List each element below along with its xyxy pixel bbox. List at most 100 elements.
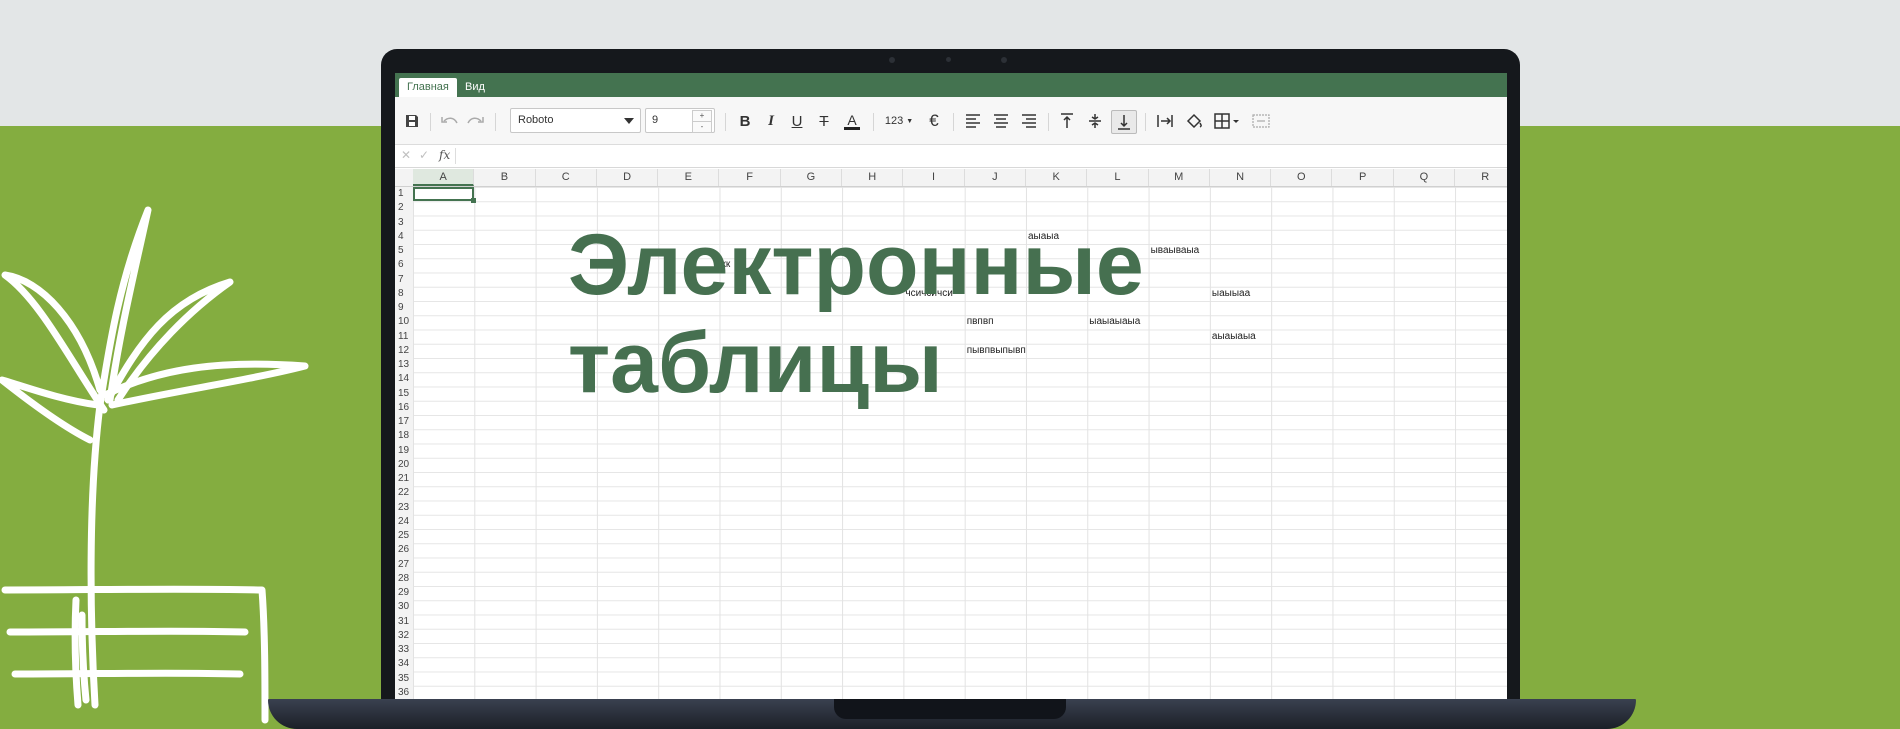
column-header-k[interactable]: K <box>1026 169 1088 186</box>
function-icon[interactable]: fx <box>439 148 450 162</box>
row-header-36[interactable]: 36 <box>395 686 413 699</box>
column-header-q[interactable]: Q <box>1394 169 1456 186</box>
row-headers: 1 2 3 4 5 6 7 8 9 10 11 12 13 14 15 16 17 18 19 20 21 22 23 24 2… <box>395 187 414 699</box>
formula-confirm-icon[interactable]: ✓ <box>419 148 429 162</box>
column-header-p[interactable]: P <box>1333 169 1394 186</box>
formula-divider <box>455 148 456 164</box>
cell-n11[interactable]: аыаыаыа <box>1212 331 1256 342</box>
column-header-d[interactable]: D <box>597 169 659 186</box>
cell-n8[interactable]: ыаыыаа <box>1212 288 1250 299</box>
column-header-e[interactable]: E <box>658 169 720 186</box>
row-header-28[interactable]: 28 <box>395 572 413 586</box>
row-header-22[interactable]: 22 <box>395 486 413 500</box>
row-header-26[interactable]: 26 <box>395 543 413 557</box>
row-header-2[interactable]: 2 <box>395 201 413 215</box>
row-header-14[interactable]: 14 <box>395 372 413 386</box>
row-header-4[interactable]: 4 <box>395 230 413 244</box>
column-header-h[interactable]: H <box>842 169 904 186</box>
row-header-27[interactable]: 27 <box>395 558 413 572</box>
row-header-30[interactable]: 30 <box>395 600 413 614</box>
menu-bar: Главная Вид <box>395 73 1507 97</box>
column-header-a[interactable]: A <box>413 169 475 186</box>
align-right-icon[interactable] <box>1019 110 1039 132</box>
number-format-select[interactable]: 123 ▼ <box>882 110 916 132</box>
row-header-35[interactable]: 35 <box>395 672 413 686</box>
row-header-25[interactable]: 25 <box>395 529 413 543</box>
row-header-34[interactable]: 34 <box>395 657 413 671</box>
row-header-29[interactable]: 29 <box>395 586 413 600</box>
row-header-3[interactable]: 3 <box>395 216 413 230</box>
formula-cancel-icon[interactable]: ✕ <box>401 148 411 162</box>
row-header-12[interactable]: 12 <box>395 344 413 358</box>
hand-drawn-plant-illustration <box>0 206 309 724</box>
cell-m5[interactable]: ываываыа <box>1151 245 1200 256</box>
fill-color-icon[interactable] <box>1183 110 1205 132</box>
text-wrap-icon[interactable] <box>1155 110 1175 132</box>
row-header-16[interactable]: 16 <box>395 401 413 415</box>
row-header-9[interactable]: 9 <box>395 301 413 315</box>
row-header-10[interactable]: 10 <box>395 315 413 329</box>
column-header-l[interactable]: L <box>1087 169 1149 186</box>
row-header-17[interactable]: 17 <box>395 415 413 429</box>
align-center-icon[interactable] <box>991 110 1011 132</box>
column-header-n[interactable]: N <box>1210 169 1272 186</box>
row-header-1[interactable]: 1 <box>395 187 413 201</box>
underline-icon[interactable]: U <box>787 110 807 132</box>
row-header-33[interactable]: 33 <box>395 643 413 657</box>
borders-icon[interactable] <box>1211 110 1243 132</box>
font-size-decrease-button[interactable]: - <box>692 121 712 133</box>
row-header-18[interactable]: 18 <box>395 429 413 443</box>
column-header-i[interactable]: I <box>903 169 965 186</box>
strikethrough-icon[interactable]: T <box>814 110 834 132</box>
font-family-select[interactable]: Roboto <box>510 108 641 133</box>
column-headers: ABCDEFGHIJKLMNOPQR <box>395 169 1507 187</box>
redo-icon[interactable] <box>465 110 485 132</box>
italic-icon[interactable]: I <box>761 110 781 132</box>
column-header-c[interactable]: C <box>536 169 597 186</box>
row-header-24[interactable]: 24 <box>395 515 413 529</box>
save-icon[interactable] <box>403 110 421 132</box>
merge-cells-icon[interactable] <box>1250 110 1272 132</box>
currency-format-icon[interactable]: € <box>923 110 945 132</box>
row-header-11[interactable]: 11 <box>395 330 413 344</box>
font-color-icon[interactable]: A <box>841 110 863 132</box>
row-header-7[interactable]: 7 <box>395 273 413 287</box>
headline-line-2: таблицы <box>568 315 943 411</box>
align-left-icon[interactable] <box>963 110 983 132</box>
toolbar-separator <box>430 113 431 131</box>
column-header-f[interactable]: F <box>720 169 781 186</box>
column-header-j[interactable]: J <box>965 169 1026 186</box>
toolbar-separator <box>725 113 726 131</box>
row-header-31[interactable]: 31 <box>395 615 413 629</box>
column-header-r[interactable]: R <box>1455 169 1507 186</box>
row-header-5[interactable]: 5 <box>395 244 413 258</box>
tab-home[interactable]: Главная <box>399 78 457 97</box>
row-header-19[interactable]: 19 <box>395 444 413 458</box>
toolbar-separator <box>1145 113 1146 131</box>
font-size-value: 9 <box>652 114 659 126</box>
column-header-m[interactable]: M <box>1149 169 1210 186</box>
row-header-6[interactable]: 6 <box>395 258 413 272</box>
align-bottom-icon[interactable] <box>1111 110 1137 134</box>
row-header-15[interactable]: 15 <box>395 387 413 401</box>
bold-icon[interactable]: B <box>735 110 755 132</box>
row-header-32[interactable]: 32 <box>395 629 413 643</box>
active-cell-selection[interactable] <box>413 187 476 203</box>
row-header-21[interactable]: 21 <box>395 472 413 486</box>
number-format-label: 123 <box>884 115 904 127</box>
align-middle-icon[interactable] <box>1085 110 1105 132</box>
font-size-input[interactable]: 9 + - <box>645 108 715 133</box>
page-headline: Электронные таблицы <box>568 216 1144 412</box>
toolbar-separator <box>1048 113 1049 131</box>
undo-icon[interactable] <box>440 110 460 132</box>
column-header-o[interactable]: O <box>1271 169 1333 186</box>
tab-view[interactable]: Вид <box>457 78 493 97</box>
column-header-g[interactable]: G <box>781 169 843 186</box>
camera-dot <box>889 57 895 63</box>
row-header-8[interactable]: 8 <box>395 287 413 301</box>
align-top-icon[interactable] <box>1057 110 1077 132</box>
row-header-13[interactable]: 13 <box>395 358 413 372</box>
row-header-20[interactable]: 20 <box>395 458 413 472</box>
row-header-23[interactable]: 23 <box>395 501 413 515</box>
column-header-b[interactable]: B <box>474 169 536 186</box>
